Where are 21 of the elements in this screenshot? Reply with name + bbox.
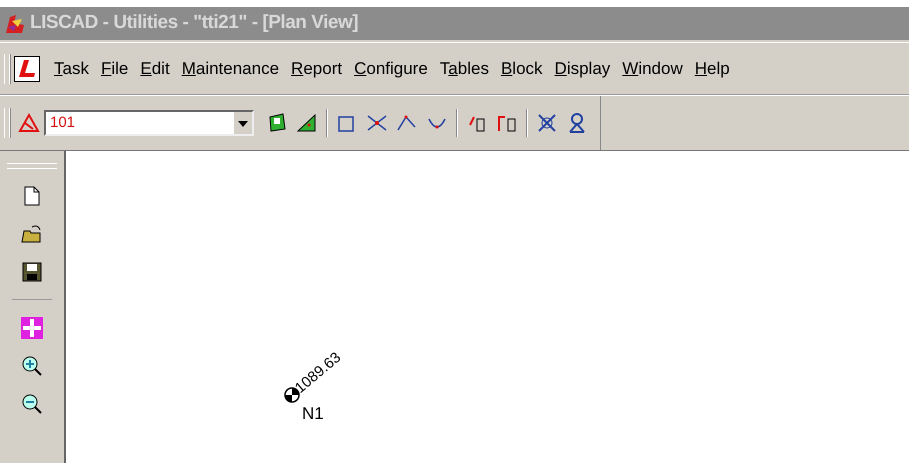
app-logo-icon [14, 56, 40, 82]
menu-item[interactable]: Display [548, 56, 616, 82]
point-combo[interactable]: 101 [44, 110, 254, 136]
menu-item[interactable]: Window [616, 56, 689, 82]
app-icon [4, 12, 26, 34]
menu-item[interactable]: Edit [134, 56, 176, 82]
menu-item[interactable]: Configure [348, 56, 434, 82]
menu-item[interactable]: Report [285, 56, 348, 82]
toolbar-grip[interactable] [7, 163, 57, 169]
window-title: LISCAD - Utilities - "tti21" - [Plan View] [30, 11, 358, 36]
toolbar-grip[interactable] [4, 54, 10, 84]
dropdown-icon[interactable] [234, 112, 252, 134]
menu-item[interactable]: Maintenance [176, 56, 286, 82]
menu-item[interactable]: File [94, 56, 134, 82]
menu-item[interactable]: Help [688, 56, 736, 82]
menu-item[interactable]: Task [48, 56, 95, 82]
point-value: 101 [49, 112, 76, 133]
point-label: N1 [302, 405, 324, 422]
menu-item[interactable]: Tables [434, 56, 495, 82]
toolbar-grip[interactable] [4, 108, 10, 138]
menu-item[interactable]: Block [494, 56, 549, 82]
